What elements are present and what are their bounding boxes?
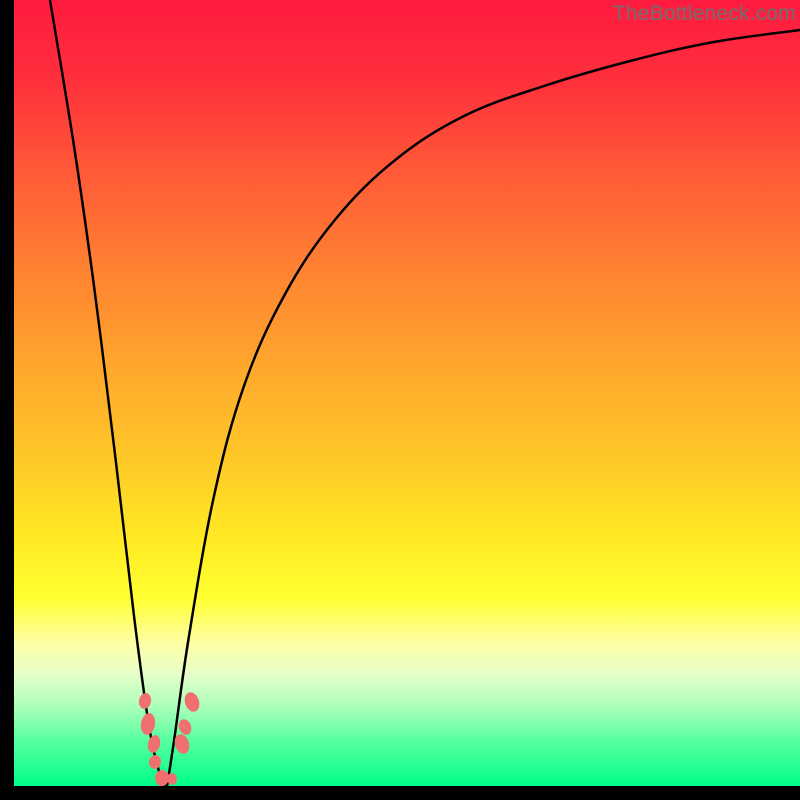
chart-plot-area: TheBottleneck.com bbox=[14, 0, 800, 786]
series-curve-left bbox=[50, 0, 167, 786]
data-marker bbox=[146, 734, 162, 754]
data-marker bbox=[148, 754, 162, 770]
data-marker bbox=[139, 712, 157, 736]
data-marker bbox=[182, 690, 201, 713]
data-marker bbox=[137, 692, 152, 710]
series-curve-right bbox=[167, 30, 800, 786]
chart-canvas bbox=[14, 0, 800, 786]
chart-curves bbox=[50, 0, 800, 786]
data-marker bbox=[177, 717, 194, 736]
